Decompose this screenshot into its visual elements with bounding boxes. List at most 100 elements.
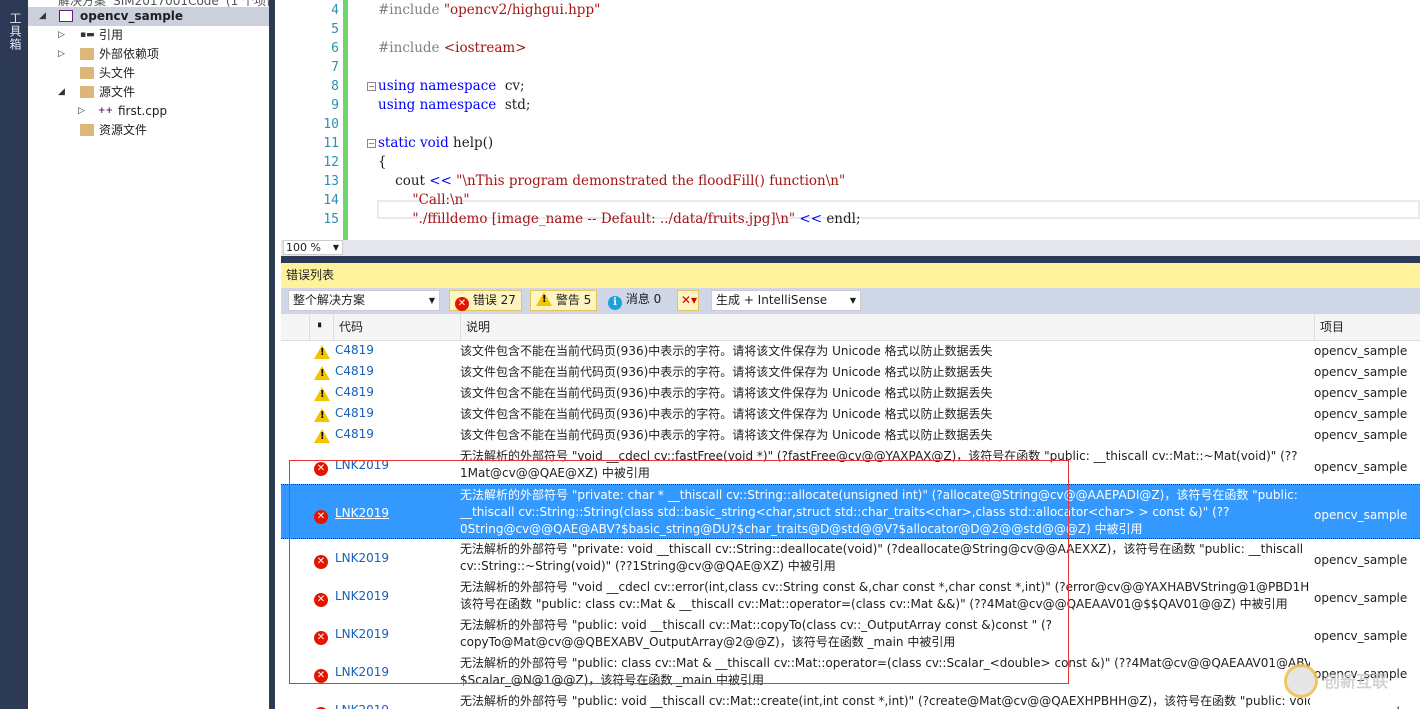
source-select[interactable]: 生成 + IntelliSense ▼ xyxy=(711,290,861,311)
code-token: cv; xyxy=(496,78,525,94)
error-code-link[interactable]: LNK2019 xyxy=(335,703,389,709)
line-number: 8 xyxy=(331,79,339,94)
zoom-select[interactable]: 100 % ▼ xyxy=(283,240,343,255)
code-token: std; xyxy=(496,97,531,113)
toolbox-tab[interactable]: 工具箱 xyxy=(7,12,24,51)
expand-arrow-icon[interactable]: ▷ xyxy=(78,102,85,121)
collapse-icon[interactable]: − xyxy=(367,82,376,91)
watermark-logo-icon xyxy=(1284,664,1318,698)
line-number: 4 xyxy=(331,3,339,18)
folder-icon xyxy=(80,124,94,136)
collapse-icon[interactable]: − xyxy=(367,139,376,148)
description-line: 无法解析的外部符号 "void __cdecl cv::error(int,cl… xyxy=(460,580,1310,594)
code-line: cout << "\nThis program demonstrated the… xyxy=(378,172,845,191)
tree-item[interactable]: 资源文件 xyxy=(28,121,269,140)
error-description: 无法解析的外部符号 "void __cdecl cv::fastFree(voi… xyxy=(460,448,1310,482)
toolbox-strip: 工具箱 xyxy=(0,0,28,709)
error-code-link[interactable]: C4819 xyxy=(335,364,374,378)
line-number-gutter: 3456789101112131415 xyxy=(281,0,343,240)
code-token: "Call:\n" xyxy=(378,192,470,208)
error-icon: ✕ xyxy=(455,297,469,311)
error-code-link[interactable]: LNK2019 xyxy=(335,458,389,472)
expand-arrow-icon[interactable]: ▷ xyxy=(58,45,65,64)
tree-item[interactable]: 头文件 xyxy=(28,64,269,83)
scope-select[interactable]: 整个解决方案 ▼ xyxy=(288,290,440,311)
error-row[interactable]: ✕ LNK2019 无法解析的外部符号 "public: void __thisca… xyxy=(281,691,1420,709)
code-line: static void help() xyxy=(378,134,493,153)
change-tracking-bar xyxy=(343,0,348,240)
error-icon: ✕ xyxy=(314,551,328,569)
error-list-title: 错误列表 xyxy=(281,263,1420,288)
column-code[interactable]: 代码 xyxy=(333,314,460,341)
code-token: #include xyxy=(378,40,444,56)
code-editor[interactable]: 3456789101112131415 #include "opencv2/vi… xyxy=(281,0,1420,240)
error-row[interactable]: ✕ LNK2019 无法解析的外部符号 "public: class cv::Mat… xyxy=(281,653,1420,691)
error-row[interactable]: ✕ LNK2019 无法解析的外部符号 "private: void __thisc… xyxy=(281,539,1420,577)
description-line: 无法解析的外部符号 "public: void __thiscall cv::M… xyxy=(460,618,1053,632)
code-line: "Call:\n" xyxy=(378,191,470,210)
code-token: #include xyxy=(378,2,444,18)
error-code-link[interactable]: C4819 xyxy=(335,385,374,399)
tree-project[interactable]: ◢ opencv_sample xyxy=(28,7,269,26)
error-icon: ✕ xyxy=(314,703,328,709)
error-row[interactable]: ✕ LNK2019 无法解析的外部符号 "void __cdecl cv::fast… xyxy=(281,446,1420,484)
expand-arrow-icon[interactable]: ◢ xyxy=(58,83,65,102)
error-row[interactable]: ! C4819 该文件包含不能在当前代码页(936)中表示的字符。请将该文件保存为 … xyxy=(281,425,1420,446)
line-number: 15 xyxy=(323,212,339,227)
error-project: opencv_sample xyxy=(1314,629,1408,643)
messages-filter-button[interactable]: i 消息 0 xyxy=(604,290,665,311)
code-line: #include "opencv2/highgui.hpp" xyxy=(378,1,600,20)
line-number: 11 xyxy=(323,136,339,151)
project-icon xyxy=(59,10,73,22)
error-code-link[interactable]: C4819 xyxy=(335,406,374,420)
error-code-link[interactable]: LNK2019 xyxy=(335,551,389,565)
error-row[interactable]: ! C4819 该文件包含不能在当前代码页(936)中表示的字符。请将该文件保存为 … xyxy=(281,341,1420,362)
chevron-down-icon: ▼ xyxy=(332,243,339,252)
error-code-link[interactable]: C4819 xyxy=(335,427,374,441)
error-code-link[interactable]: LNK2019 xyxy=(335,627,389,641)
column-sort-icon[interactable]: ▝ xyxy=(309,314,333,341)
solution-explorer: 解决方案 'SIM2017001Code' (1 个项目) ◢ opencv_s… xyxy=(28,0,275,709)
tree-item[interactable]: ▷ 外部依赖项 xyxy=(28,45,269,64)
error-code-link[interactable]: LNK2019 xyxy=(335,506,389,520)
line-number: 10 xyxy=(323,117,339,132)
panel-splitter[interactable] xyxy=(281,256,1420,263)
clear-filter-icon[interactable]: ✕▾ xyxy=(677,290,699,311)
watermark: 创新互联 xyxy=(1280,658,1420,708)
tree-item[interactable]: ▷ ▪▬ 引用 xyxy=(28,26,269,45)
description-line: 无法解析的外部符号 "public: void __thiscall cv::M… xyxy=(460,694,1310,708)
folder-icon xyxy=(80,67,94,79)
warning-icon: ! xyxy=(314,428,330,444)
warning-icon: ! xyxy=(314,386,330,401)
tree-item[interactable]: ◢ 源文件 xyxy=(28,83,269,102)
error-row[interactable]: ! C4819 该文件包含不能在当前代码页(936)中表示的字符。请将该文件保存为 … xyxy=(281,404,1420,425)
code-line: using namespace cv; xyxy=(378,77,525,96)
error-icon: ✕ xyxy=(314,631,328,645)
error-code-link[interactable]: LNK2019 xyxy=(335,589,389,603)
code-token: using namespace xyxy=(378,78,497,94)
error-description: 该文件包含不能在当前代码页(936)中表示的字符。请将该文件保存为 Unicod… xyxy=(460,406,1310,423)
expand-arrow-icon[interactable]: ◢ xyxy=(39,7,46,26)
code-line: "./ffilldemo [image_name -- Default: ../… xyxy=(378,210,860,229)
warnings-filter-button[interactable]: ! 警告 5 xyxy=(530,290,598,311)
line-number: 7 xyxy=(331,60,339,75)
error-row[interactable]: ! C4819 该文件包含不能在当前代码页(936)中表示的字符。请将该文件保存为 … xyxy=(281,362,1420,383)
code-token: << xyxy=(795,211,823,227)
warning-icon: ! xyxy=(314,386,330,402)
error-icon: ✕ xyxy=(314,506,328,524)
error-code-link[interactable]: C4819 xyxy=(335,343,374,357)
error-row[interactable]: ✕ LNK2019 无法解析的外部符号 "void __cdecl cv::erro… xyxy=(281,577,1420,615)
expand-arrow-icon[interactable]: ▷ xyxy=(58,26,65,45)
error-description: 无法解析的外部符号 "private: char * __thiscall cv… xyxy=(460,487,1310,538)
error-code-link[interactable]: LNK2019 xyxy=(335,665,389,679)
code-line: #include <iostream> xyxy=(378,39,527,58)
error-row[interactable]: ✕ LNK2019 无法解析的外部符号 "private: char * __thi… xyxy=(281,484,1420,539)
error-row[interactable]: ! C4819 该文件包含不能在当前代码页(936)中表示的字符。请将该文件保存为 … xyxy=(281,383,1420,404)
errors-filter-button[interactable]: ✕ 错误 27 xyxy=(449,290,522,311)
error-row[interactable]: ✕ LNK2019 无法解析的外部符号 "public: void __thisca… xyxy=(281,615,1420,653)
description-line: cv::String::~String(void)" (??1String@cv… xyxy=(460,559,836,573)
error-icon: ✕ xyxy=(314,627,328,645)
column-description[interactable]: 说明 xyxy=(460,314,1314,341)
column-project[interactable]: 项目 xyxy=(1314,314,1420,341)
tree-item[interactable]: ▷ ++ first.cpp xyxy=(28,102,269,121)
